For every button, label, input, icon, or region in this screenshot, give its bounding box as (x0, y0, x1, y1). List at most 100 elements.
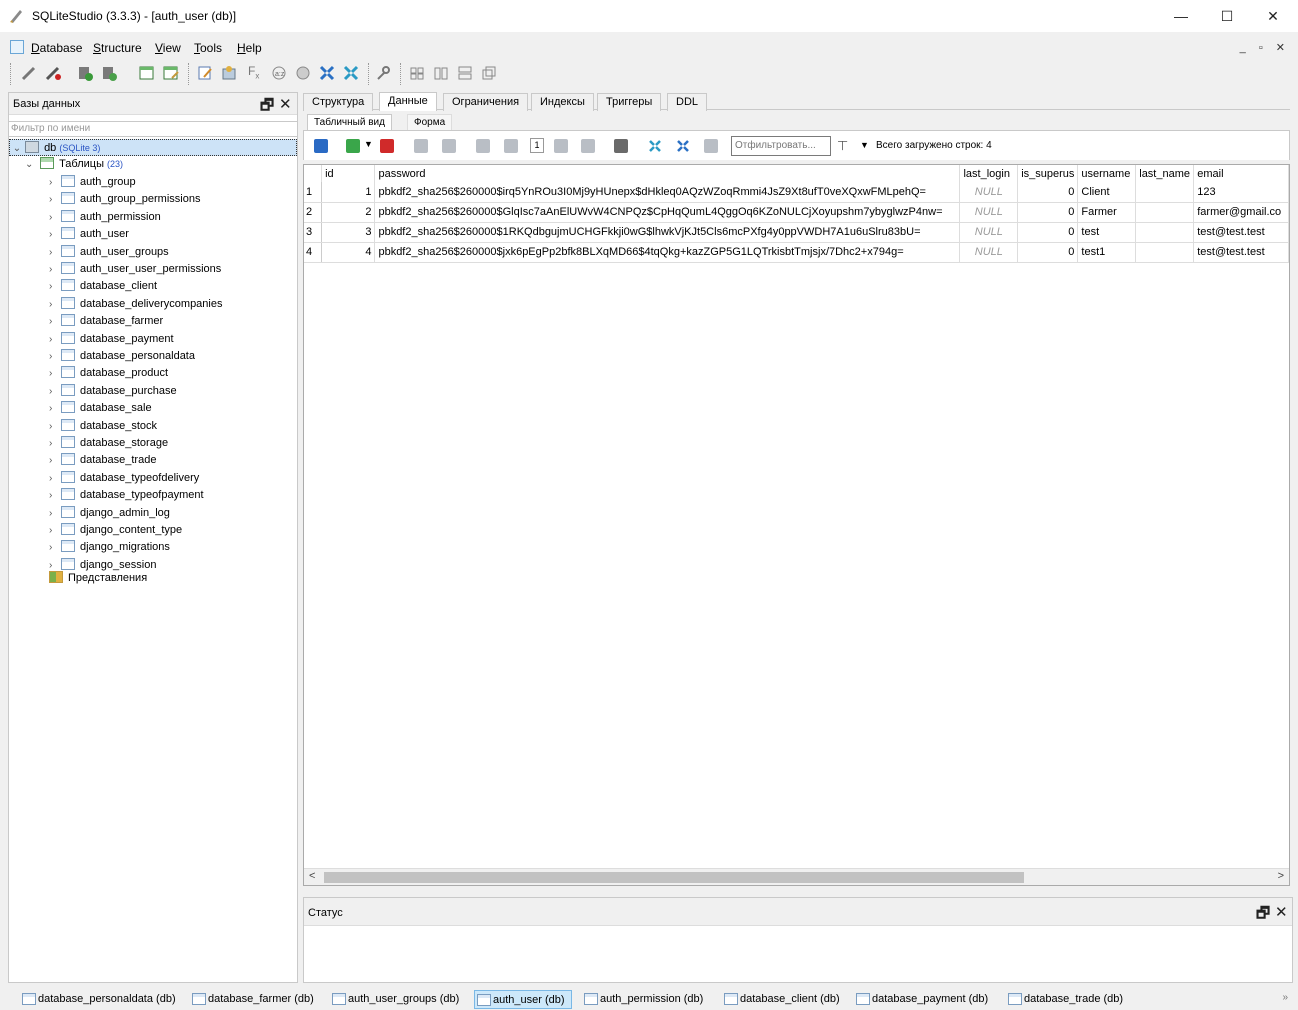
close-panel-icon[interactable]: ✕ (279, 95, 292, 113)
column-header[interactable]: id (321, 165, 376, 182)
table-row[interactable]: 2 2 pbkdf2_sha256$260000$GlqIsc7aAnElUWvW4… (304, 202, 1289, 223)
filter-icon[interactable]: ⊤ (837, 138, 848, 154)
more-windows-icon[interactable]: » (1282, 992, 1288, 1003)
column-header[interactable]: last_login (959, 165, 1019, 182)
cell-username[interactable]: Client (1077, 182, 1137, 203)
chevron-right-icon[interactable]: › (49, 296, 61, 313)
insert-row-icon[interactable] (346, 139, 360, 153)
commit-icon[interactable] (414, 139, 428, 153)
tree-table-item[interactable]: › auth_user_groups (49, 244, 169, 261)
chevron-right-icon[interactable]: › (49, 365, 61, 382)
tree-db-node[interactable]: ⌄ db (SQLite 3) (9, 139, 297, 156)
float-panel-icon[interactable]: 🗗 (260, 95, 274, 120)
tab-ddl[interactable]: DDL (667, 93, 708, 111)
chevron-right-icon[interactable]: › (49, 418, 61, 435)
chevron-right-icon[interactable]: › (49, 226, 61, 243)
cell-email[interactable]: farmer@gmail.co (1193, 202, 1289, 223)
collapse-icon[interactable] (342, 64, 360, 82)
menu-view[interactable]: View (155, 41, 181, 55)
export-icon[interactable] (318, 64, 336, 82)
tree-table-item[interactable]: › database_personaldata (49, 348, 195, 365)
cell-last-login[interactable]: NULL (959, 182, 1019, 203)
scroll-right-icon[interactable]: > (1278, 870, 1284, 882)
tab-indexes[interactable]: Индексы (531, 93, 594, 111)
cell-last-name[interactable] (1135, 182, 1195, 203)
tree-table-item[interactable]: › database_product (49, 365, 168, 382)
close-panel-icon[interactable]: ✕ (1275, 903, 1288, 921)
maximize-button[interactable]: ☐ (1204, 0, 1250, 32)
prev-page-icon[interactable] (504, 139, 518, 153)
table-row[interactable]: 1 1 pbkdf2_sha256$260000$irq5YnROu3I0Mj9yH… (304, 182, 1289, 203)
cell-is-superuser[interactable]: 0 (1017, 182, 1079, 203)
tree-table-item[interactable]: › auth_user_user_permissions (49, 261, 221, 278)
column-header[interactable]: is_superus (1017, 165, 1079, 182)
cell-password[interactable]: pbkdf2_sha256$260000$irq5YnROu3I0Mj9yHUn… (374, 182, 961, 203)
cell-last-login[interactable]: NULL (959, 202, 1019, 223)
refresh-icon[interactable] (314, 139, 328, 153)
cell-username[interactable]: test (1077, 222, 1137, 243)
import-icon[interactable] (294, 64, 312, 82)
window-task-button[interactable]: database_client (db) (722, 990, 840, 1009)
chevron-down-icon[interactable]: ⌄ (10, 140, 22, 157)
tab-data[interactable]: Данные (379, 92, 437, 111)
tree-table-item[interactable]: › auth_group_permissions (49, 191, 200, 208)
cell-email[interactable]: 123 (1193, 182, 1289, 203)
row-number[interactable]: 2 (304, 202, 323, 223)
cell-username[interactable]: Farmer (1077, 202, 1137, 223)
data-grid[interactable]: id password last_login is_superus userna… (303, 164, 1290, 886)
tree-views-node[interactable]: Представления (49, 570, 147, 587)
window-task-button[interactable]: database_payment (db) (854, 990, 988, 1009)
db-filter-input[interactable]: Фильтр по имени (9, 121, 297, 137)
chevron-right-icon[interactable]: › (49, 261, 61, 278)
chevron-right-icon[interactable]: › (49, 452, 61, 469)
cell-last-name[interactable] (1135, 202, 1195, 223)
chevron-right-icon[interactable]: › (49, 278, 61, 295)
sql-editor-icon[interactable] (196, 64, 214, 82)
chevron-right-icon[interactable]: › (49, 505, 61, 522)
function-icon[interactable]: Fx (248, 64, 266, 82)
minimize-button[interactable]: — (1158, 0, 1204, 32)
tree-table-item[interactable]: › database_sale (49, 400, 152, 417)
tree-table-item[interactable]: › database_trade (49, 452, 156, 469)
chevron-right-icon[interactable]: › (49, 470, 61, 487)
table-row[interactable]: 3 3 pbkdf2_sha256$260000$1RKQdbgujmUCHGFkk… (304, 222, 1289, 243)
disconnect-icon[interactable] (44, 64, 62, 82)
row-number[interactable]: 1 (304, 182, 323, 203)
tree-table-item[interactable]: › database_typeofdelivery (49, 470, 199, 487)
tree-table-item[interactable]: › database_client (49, 278, 157, 295)
tree-table-item[interactable]: › database_payment (49, 331, 174, 348)
cell-id[interactable]: 1 (321, 182, 376, 203)
tree-table-item[interactable]: › auth_group (49, 174, 136, 191)
rollback-icon[interactable] (442, 139, 456, 153)
print-icon[interactable] (614, 139, 628, 153)
column-header[interactable]: email (1193, 165, 1289, 182)
menu-database[interactable]: Database (31, 41, 82, 55)
chevron-right-icon[interactable]: › (49, 174, 61, 191)
cell-last-name[interactable] (1135, 222, 1195, 243)
cell-last-login[interactable]: NULL (959, 242, 1019, 263)
menu-help[interactable]: Help (237, 41, 262, 55)
extension-icon[interactable]: a:z (270, 64, 288, 82)
cell-email[interactable]: test@test.test (1193, 242, 1289, 263)
settings-icon[interactable] (374, 64, 392, 82)
scrollbar-thumb[interactable] (324, 872, 1024, 883)
first-page-icon[interactable] (476, 139, 490, 153)
delete-row-icon[interactable] (380, 139, 394, 153)
chevron-right-icon[interactable]: › (49, 383, 61, 400)
chevron-down-icon[interactable]: ▼ (860, 140, 869, 150)
cell-password[interactable]: pbkdf2_sha256$260000$1RKQdbgujmUCHGFkkji… (374, 222, 961, 243)
tree-table-item[interactable]: › auth_permission (49, 209, 161, 226)
row-number[interactable]: 3 (304, 222, 323, 243)
menu-structure[interactable]: Structure (93, 41, 142, 55)
tree-table-item[interactable]: › database_deliverycompanies (49, 296, 222, 313)
window-task-button[interactable]: database_farmer (db) (190, 990, 314, 1009)
cell-id[interactable]: 2 (321, 202, 376, 223)
tile-horizontal-icon[interactable] (456, 64, 474, 82)
next-page-icon[interactable] (554, 139, 568, 153)
cell-username[interactable]: test1 (1077, 242, 1137, 263)
tree-table-item[interactable]: › auth_user (49, 226, 129, 243)
column-header[interactable]: password (374, 165, 961, 182)
tab-grid-view[interactable]: Табличный вид (307, 114, 392, 130)
float-panel-icon[interactable]: 🗗 (1256, 903, 1270, 928)
row-number[interactable]: 4 (304, 242, 323, 263)
